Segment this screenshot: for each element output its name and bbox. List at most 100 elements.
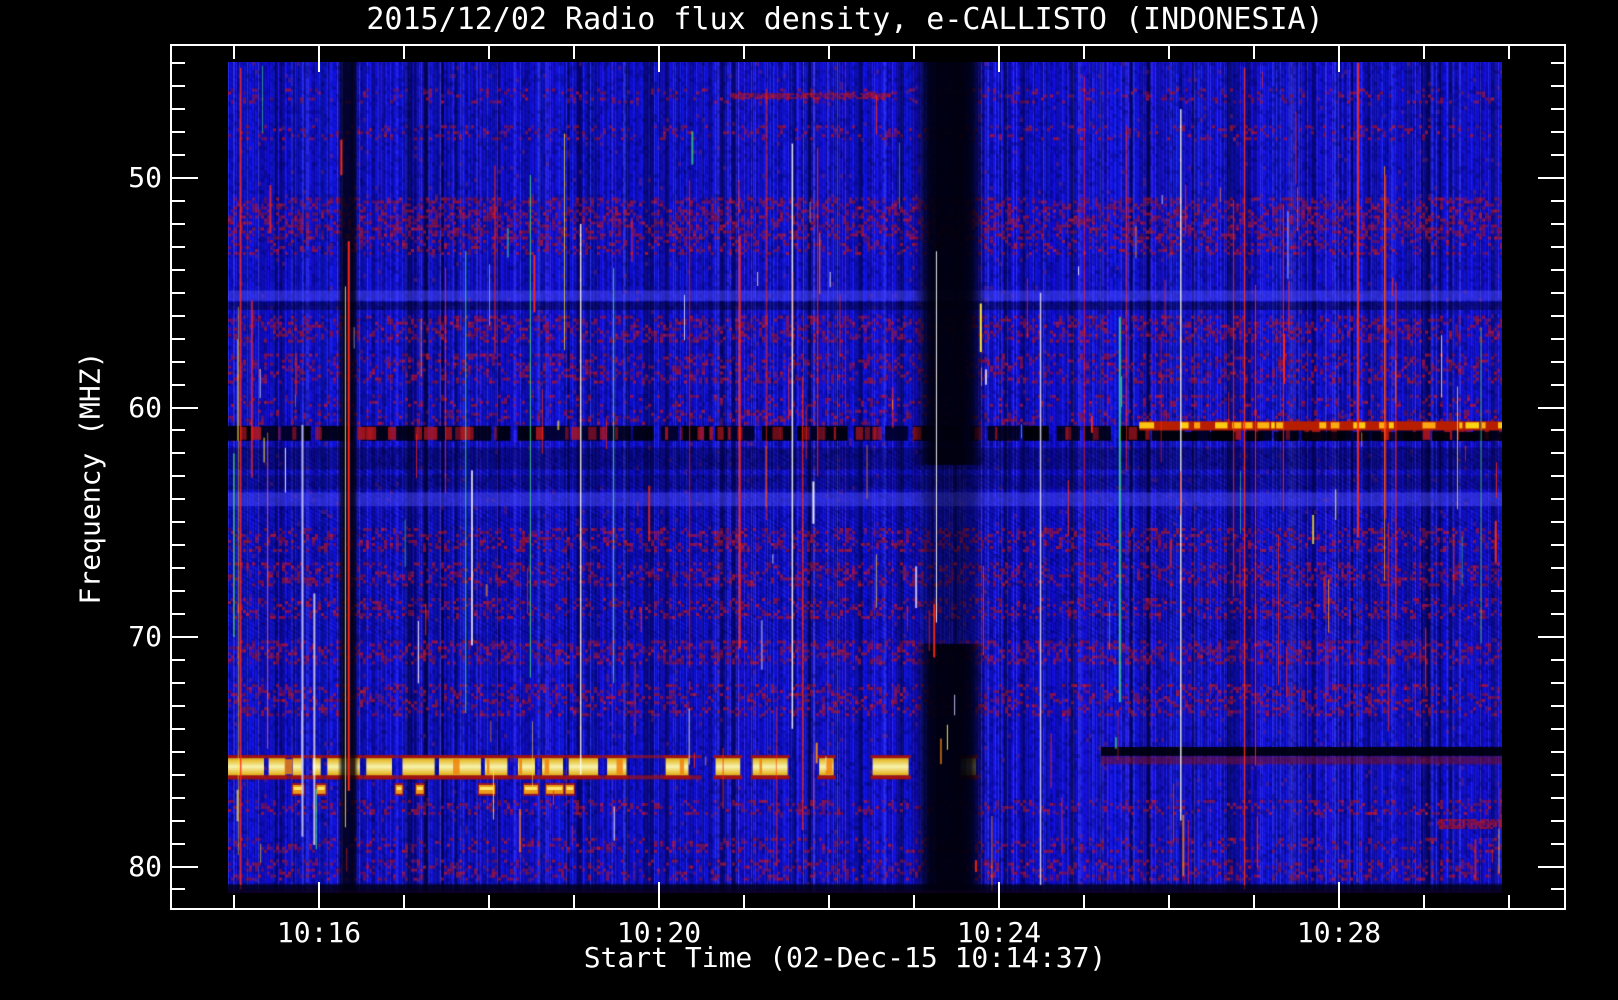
y-major-tick-right xyxy=(1538,406,1564,409)
x-major-tick-top xyxy=(998,46,1000,72)
x-minor-tick-top xyxy=(1508,46,1510,59)
y-minor-tick-right xyxy=(1551,819,1564,822)
y-tick-label: 70 xyxy=(128,620,162,653)
x-minor-tick xyxy=(573,895,575,908)
x-minor-tick xyxy=(828,895,830,908)
y-minor-tick xyxy=(172,199,185,202)
x-minor-tick-top xyxy=(1083,46,1085,59)
x-minor-tick xyxy=(1083,895,1085,908)
y-minor-tick-right xyxy=(1551,268,1564,271)
x-minor-tick xyxy=(1508,895,1510,908)
x-minor-tick xyxy=(1253,895,1255,908)
y-minor-tick xyxy=(172,658,185,661)
x-minor-tick-top xyxy=(1423,46,1425,59)
y-minor-tick-right xyxy=(1551,773,1564,776)
y-minor-tick-right xyxy=(1551,727,1564,730)
y-minor-tick xyxy=(172,131,185,134)
y-minor-tick-right xyxy=(1551,658,1564,661)
y-minor-tick-right xyxy=(1551,154,1564,157)
y-minor-tick xyxy=(172,521,185,524)
y-minor-tick-right xyxy=(1551,245,1564,248)
x-tick-label: 10:28 xyxy=(1296,916,1382,949)
x-major-tick xyxy=(318,882,320,908)
y-minor-tick xyxy=(172,888,185,891)
y-minor-tick xyxy=(172,222,185,225)
y-minor-tick-right xyxy=(1551,498,1564,501)
x-tick-label: 10:20 xyxy=(616,916,702,949)
y-minor-tick-right xyxy=(1551,475,1564,478)
y-minor-tick xyxy=(172,383,185,386)
x-minor-tick-top xyxy=(828,46,830,59)
y-minor-tick xyxy=(172,681,185,684)
y-minor-tick-right xyxy=(1551,704,1564,707)
x-minor-tick xyxy=(1168,895,1170,908)
y-minor-tick xyxy=(172,291,185,294)
y-axis-label: Frequency (MHZ) xyxy=(73,351,107,605)
y-minor-tick-right xyxy=(1551,567,1564,570)
y-minor-tick xyxy=(172,314,185,317)
y-minor-tick-right xyxy=(1551,452,1564,455)
x-minor-tick-top xyxy=(233,46,235,59)
x-minor-tick-top xyxy=(743,46,745,59)
y-major-tick xyxy=(172,406,198,409)
y-minor-tick-right xyxy=(1551,544,1564,547)
y-minor-tick xyxy=(172,360,185,363)
y-minor-tick xyxy=(172,337,185,340)
y-minor-tick xyxy=(172,544,185,547)
y-minor-tick xyxy=(172,773,185,776)
x-major-tick xyxy=(998,882,1000,908)
y-major-tick-right xyxy=(1538,865,1564,868)
x-major-tick xyxy=(1338,882,1340,908)
y-minor-tick xyxy=(172,590,185,593)
plot-frame xyxy=(170,44,1566,910)
y-minor-tick-right xyxy=(1551,85,1564,88)
y-minor-tick xyxy=(172,613,185,616)
y-tick-label: 60 xyxy=(128,390,162,424)
spectrogram-figure: 2015/12/02 Radio flux density, e-CALLIST… xyxy=(0,0,1618,1000)
x-tick-label: 10:24 xyxy=(956,916,1042,949)
x-major-tick-top xyxy=(1338,46,1340,72)
x-tick-label: 10:16 xyxy=(276,916,362,949)
x-minor-tick-top xyxy=(913,46,915,59)
y-minor-tick-right xyxy=(1551,613,1564,616)
y-major-tick xyxy=(172,177,198,179)
y-major-tick-right xyxy=(1538,177,1564,179)
x-minor-tick-top xyxy=(573,46,575,59)
x-minor-tick xyxy=(403,895,405,908)
y-minor-tick xyxy=(172,85,185,88)
y-minor-tick xyxy=(172,750,185,753)
y-minor-tick xyxy=(172,796,185,799)
y-tick-label: 80 xyxy=(128,849,162,883)
x-minor-tick-top xyxy=(1253,46,1255,59)
x-major-tick-top xyxy=(318,46,320,72)
y-minor-tick-right xyxy=(1551,337,1564,340)
y-minor-tick xyxy=(172,475,185,478)
y-minor-tick-right xyxy=(1551,383,1564,386)
y-minor-tick-right xyxy=(1551,108,1564,111)
y-minor-tick xyxy=(172,429,185,432)
y-major-tick xyxy=(172,865,198,868)
x-minor-tick-top xyxy=(488,46,490,59)
y-minor-tick-right xyxy=(1551,521,1564,524)
y-minor-tick xyxy=(172,154,185,157)
y-minor-tick-right xyxy=(1551,199,1564,202)
y-minor-tick-right xyxy=(1551,291,1564,294)
y-minor-tick-right xyxy=(1551,590,1564,593)
x-minor-tick-top xyxy=(1168,46,1170,59)
y-minor-tick xyxy=(172,819,185,822)
y-minor-tick xyxy=(172,727,185,730)
y-minor-tick-right xyxy=(1551,429,1564,432)
y-major-tick-right xyxy=(1538,636,1564,638)
y-minor-tick xyxy=(172,245,185,248)
y-minor-tick xyxy=(172,842,185,845)
y-minor-tick-right xyxy=(1551,796,1564,799)
x-major-tick-top xyxy=(658,46,660,72)
y-minor-tick-right xyxy=(1551,131,1564,134)
x-minor-tick xyxy=(488,895,490,908)
y-major-tick xyxy=(172,636,198,638)
x-minor-tick xyxy=(743,895,745,908)
y-minor-tick xyxy=(172,704,185,707)
y-tick-label: 50 xyxy=(128,161,162,194)
y-minor-tick-right xyxy=(1551,222,1564,225)
x-minor-tick xyxy=(233,895,235,908)
